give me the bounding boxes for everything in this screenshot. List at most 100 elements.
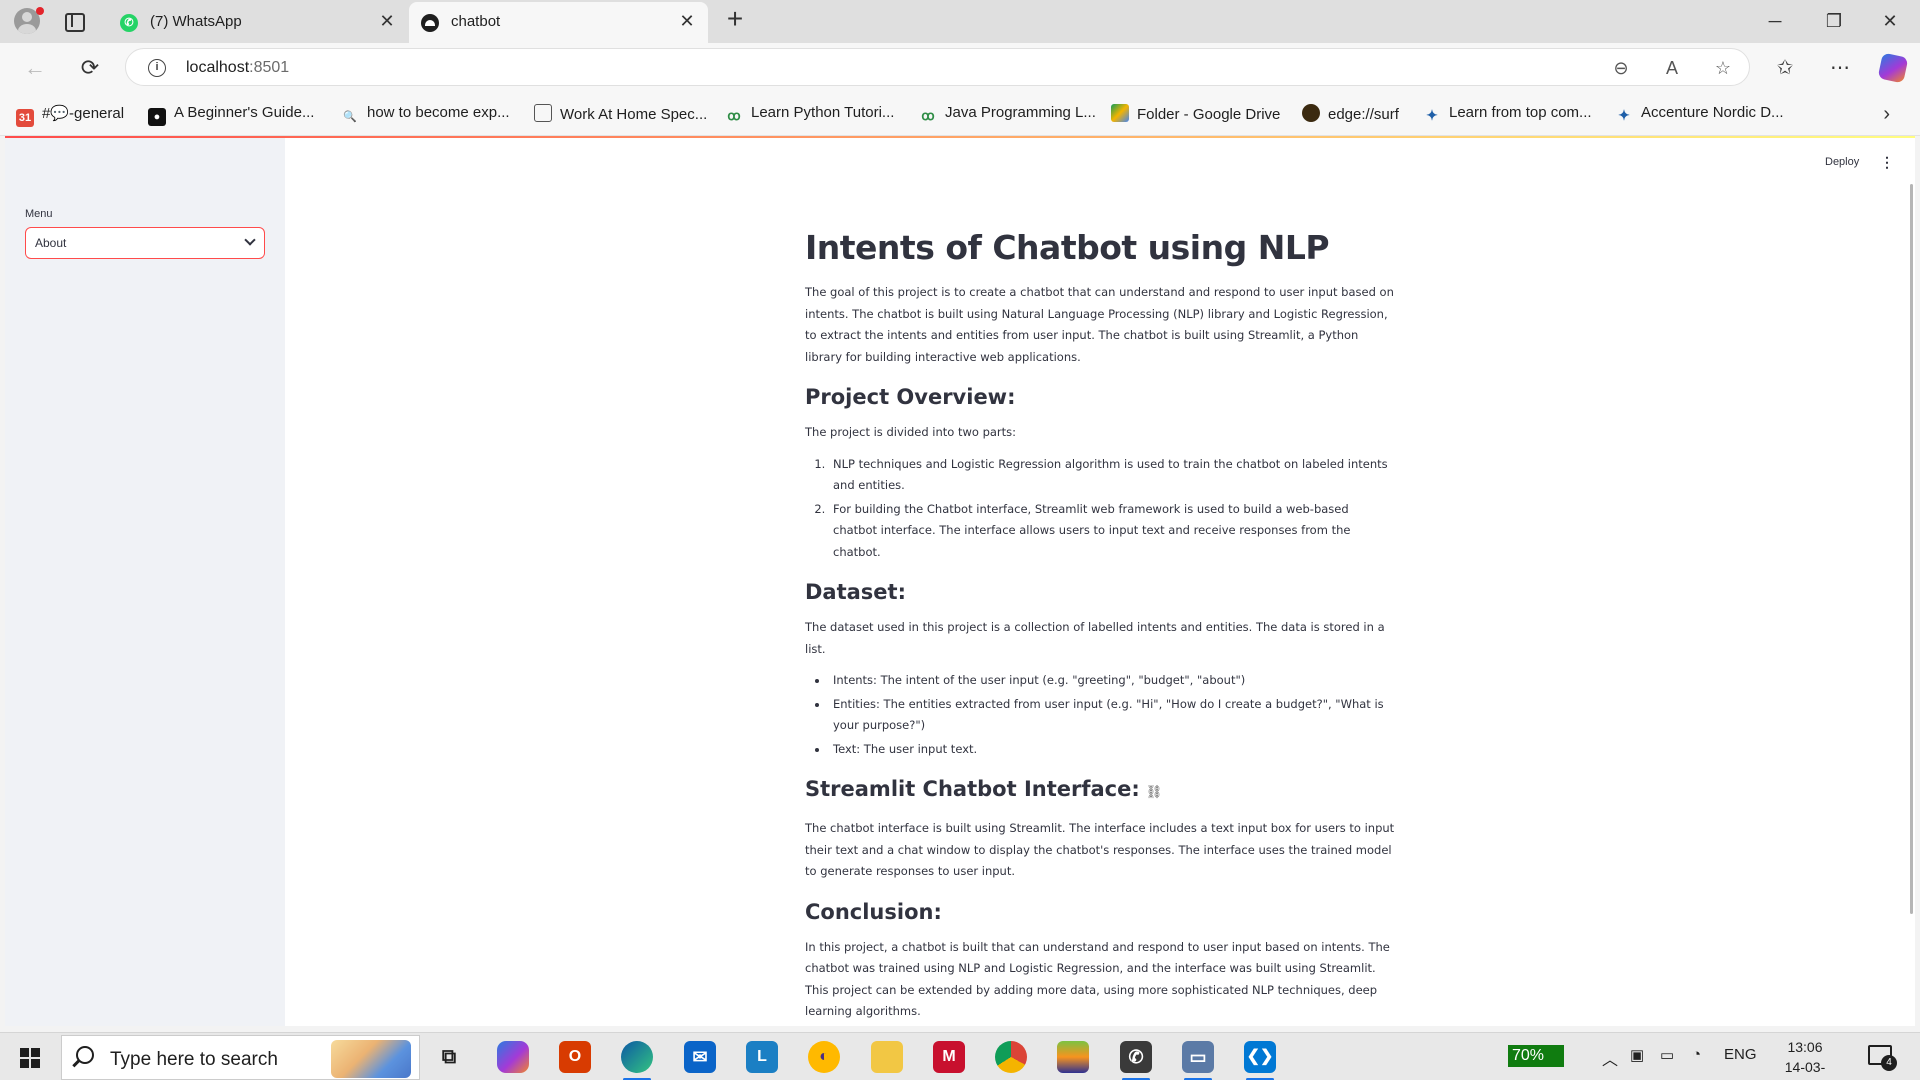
page-icon — [534, 104, 552, 122]
dataset-text: The dataset used in this project is a co… — [805, 620, 1385, 656]
new-tab-button[interactable]: + — [722, 5, 748, 34]
dataset-list: Intents: The intent of the user input (e… — [829, 670, 1395, 760]
close-tab-icon[interactable]: ✕ — [676, 10, 698, 32]
tab-actions-icon[interactable] — [62, 10, 86, 32]
main-menu-icon[interactable]: ⋮ — [1880, 155, 1894, 169]
l-app-icon[interactable]: L — [746, 1041, 778, 1073]
main-content: Intents of Chatbot using NLP The goal of… — [805, 226, 1395, 1026]
overview-heading: Project Overview: — [805, 385, 1016, 409]
list-item: Intents: The intent of the user input (e… — [829, 670, 1395, 692]
url-text: localhost:8501 — [186, 59, 290, 76]
bookmark-item[interactable]: edge://surf — [1302, 104, 1399, 126]
zoom-out-icon[interactable]: ⊖ — [1610, 57, 1632, 79]
mail-icon[interactable]: ✉ — [684, 1041, 716, 1073]
office-icon[interactable]: O — [559, 1041, 591, 1073]
more-menu-icon[interactable]: ⋯ — [1827, 55, 1853, 81]
list-item: NLP techniques and Logistic Regression a… — [829, 454, 1395, 497]
bookmark-item[interactable]: Work At Home Spec... — [534, 104, 707, 126]
site-info-icon[interactable]: i — [148, 59, 166, 77]
stack-app-icon[interactable] — [1057, 1041, 1089, 1073]
bookmark-item[interactable]: 31 #💬-general — [16, 104, 124, 127]
copilot-app-icon[interactable] — [497, 1041, 529, 1073]
tab-title: chatbot — [451, 13, 501, 30]
remote-desktop-icon[interactable]: ▭ — [1182, 1041, 1214, 1080]
clock[interactable]: 13:06 14-03-2025 — [1770, 1037, 1840, 1080]
bookmark-item[interactable]: ✦ Learn from top com... — [1423, 104, 1591, 126]
search-highlight-image — [331, 1040, 411, 1078]
dataset-heading: Dataset: — [805, 580, 906, 604]
page-title: Intents of Chatbot using NLP — [805, 228, 1330, 267]
search-icon: 🔍 — [343, 111, 357, 123]
wifi-icon[interactable]: ◔ — [1692, 1046, 1701, 1063]
tab-strip: ✆ (7) WhatsApp ✕ chatbot ✕ + ─ ❐ ✕ — [0, 0, 1920, 43]
menu-select[interactable]: About — [25, 227, 265, 259]
windows-start-icon[interactable] — [20, 1048, 40, 1068]
task-view-icon[interactable]: ⧉ — [433, 1041, 465, 1073]
vpn-shield-icon[interactable]: ◐ — [808, 1041, 840, 1073]
reload-button[interactable]: ⟳ — [75, 53, 105, 83]
vscode-icon[interactable]: ❮❯ — [1244, 1041, 1276, 1080]
chevron-right-icon[interactable]: › — [1883, 103, 1890, 126]
file-explorer-icon[interactable] — [871, 1041, 903, 1073]
time-text: 13:06 — [1787, 1039, 1823, 1055]
list-item: Text: The user input text. — [829, 739, 1395, 761]
scrollbar[interactable] — [1910, 184, 1913, 914]
favorite-star-icon[interactable]: ☆ — [1712, 57, 1734, 79]
mcafee-icon[interactable]: M — [933, 1041, 965, 1073]
tab-title: (7) WhatsApp — [150, 13, 242, 30]
interface-heading: Streamlit Chatbot Interface: ⛓ — [805, 777, 1163, 801]
chevron-down-icon — [244, 234, 256, 246]
list-item: Entities: The entities extracted from us… — [829, 694, 1395, 737]
defender-icon[interactable]: ▣ — [1630, 1046, 1644, 1064]
menu-selected-value: About — [35, 236, 67, 250]
tab-chatbot[interactable]: chatbot ✕ — [409, 2, 708, 43]
sidebar: Menu About — [5, 138, 285, 1026]
edge-icon[interactable] — [621, 1041, 653, 1080]
taskbar-search[interactable]: Type here to search — [61, 1035, 420, 1080]
address-bar[interactable]: i localhost:8501 ⊖ A ☆ — [125, 48, 1750, 86]
bookmark-item[interactable]: ꝏ Java Programming L... — [919, 104, 1096, 126]
overview-text: The project is divided into two parts: — [805, 425, 1017, 439]
drive-icon — [1111, 104, 1129, 122]
search-placeholder: Type here to search — [110, 1049, 278, 1070]
back-button[interactable]: ← — [20, 53, 50, 83]
medium-icon: ● — [148, 108, 166, 126]
menu-label: Menu — [25, 208, 53, 220]
taskbar: Type here to search ⧉ O ✉ L ◐ M ✆ ▭ ❮❯ 7… — [0, 1032, 1920, 1080]
minimize-icon[interactable]: ─ — [1757, 8, 1793, 34]
whatsapp-taskbar-icon[interactable]: ✆ — [1120, 1041, 1152, 1080]
surf-icon — [1302, 104, 1320, 122]
bookmark-item[interactable]: Folder - Google Drive — [1111, 104, 1280, 126]
bookmark-item[interactable]: ✦ Accenture Nordic D... — [1615, 104, 1783, 126]
window-close-icon[interactable]: ✕ — [1872, 8, 1908, 34]
notification-count: 4 — [1881, 1055, 1897, 1071]
power-icon[interactable]: ▭ — [1660, 1046, 1674, 1064]
anchor-link-icon[interactable]: ⛓ — [1146, 785, 1163, 800]
date-text: 14-03-2025 — [1784, 1059, 1826, 1080]
streamlit-icon — [421, 14, 439, 32]
language-indicator[interactable]: ENG — [1724, 1046, 1757, 1063]
learn-icon: ✦ — [1618, 107, 1630, 123]
list-item: For building the Chatbot interface, Stre… — [829, 499, 1395, 564]
browser-toolbar: ← ⟳ i localhost:8501 ⊖ A ☆ ✩ ⋯ — [0, 43, 1920, 93]
bookmarks-bar: 31 #💬-general ● A Beginner's Guide... 🔍 how… — [0, 93, 1920, 136]
close-tab-icon[interactable]: ✕ — [376, 10, 398, 32]
overview-list: NLP techniques and Logistic Regression a… — [829, 454, 1395, 564]
deploy-button[interactable]: Deploy — [1825, 156, 1859, 168]
profile-notification-dot — [36, 7, 44, 15]
favorites-icon[interactable]: ✩ — [1772, 55, 1798, 81]
read-aloud-icon[interactable]: A — [1661, 57, 1683, 79]
bookmark-item[interactable]: ● A Beginner's Guide... — [148, 104, 314, 126]
copilot-icon[interactable] — [1877, 52, 1909, 84]
whatsapp-icon: ✆ — [120, 14, 138, 32]
tab-whatsapp[interactable]: ✆ (7) WhatsApp ✕ — [108, 2, 408, 43]
search-icon — [76, 1046, 94, 1064]
battery-indicator[interactable]: 70% — [1508, 1045, 1564, 1067]
interface-text: The chatbot interface is built using Str… — [805, 821, 1395, 878]
chevron-up-icon[interactable]: ︿ — [1602, 1046, 1618, 1070]
bookmark-item[interactable]: ꝏ Learn Python Tutori... — [725, 104, 894, 126]
chrome-icon[interactable] — [995, 1041, 1027, 1073]
conclusion-text: In this project, a chatbot is built that… — [805, 939, 1390, 1019]
bookmark-item[interactable]: 🔍 how to become exp... — [341, 104, 509, 126]
restore-icon[interactable]: ❐ — [1816, 8, 1852, 34]
